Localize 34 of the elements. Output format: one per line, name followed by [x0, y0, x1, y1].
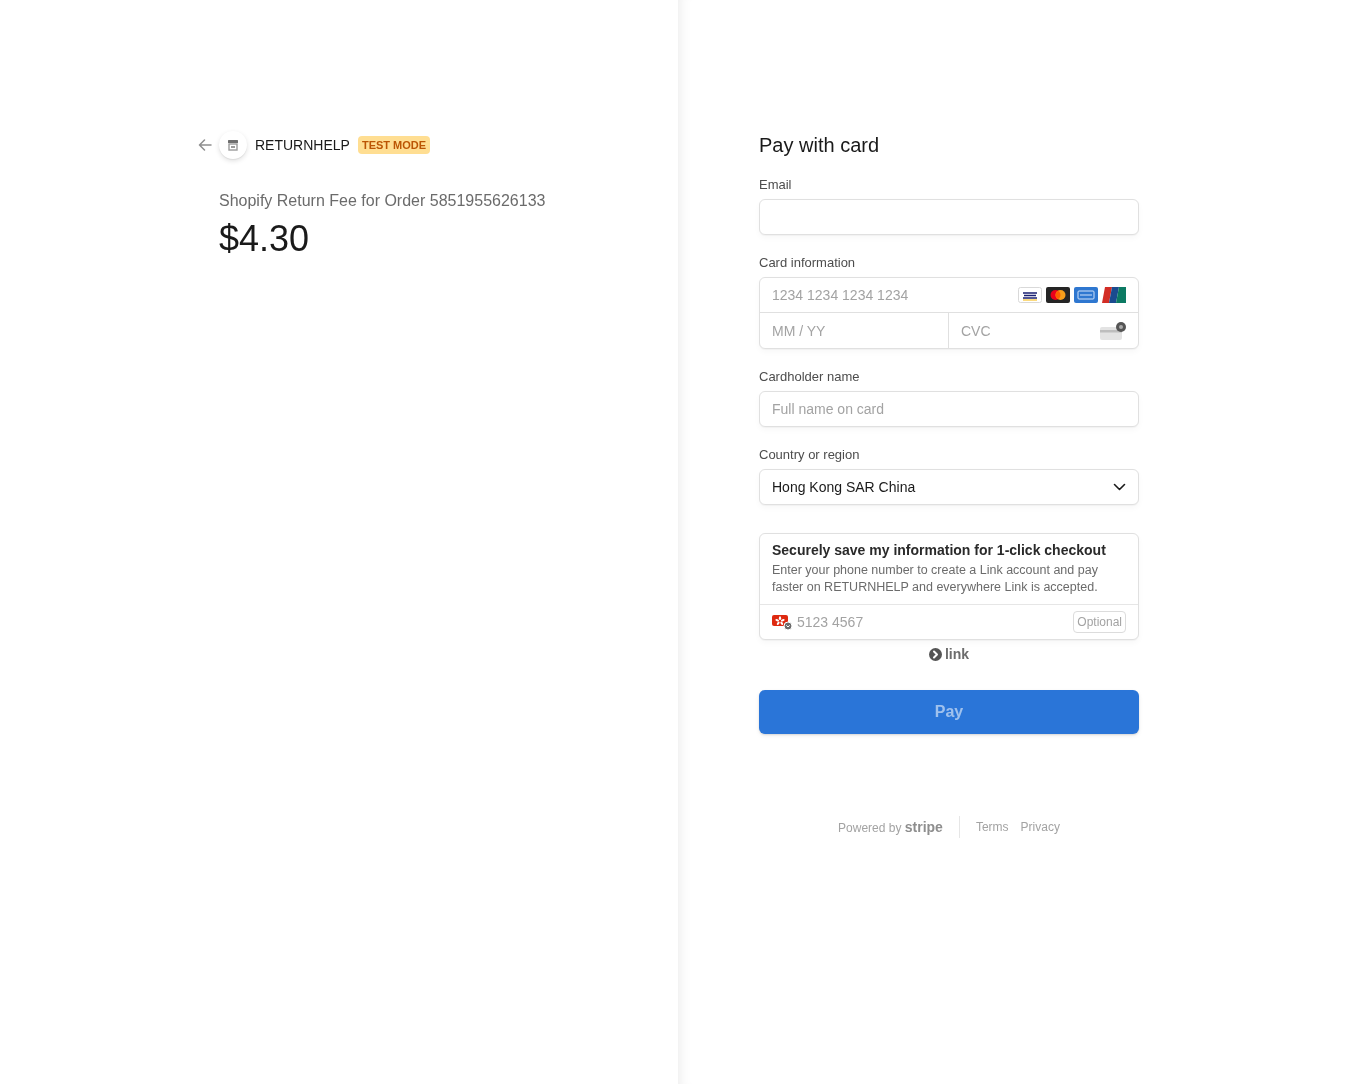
card-brand-icon [1102, 287, 1126, 303]
chevron-down-icon [1113, 483, 1126, 491]
card-details-field[interactable]: 1234 1234 1234 1234 MM / YY CVC [759, 277, 1139, 349]
card-brand-icon [1046, 287, 1070, 303]
cvc-field[interactable]: CVC [949, 313, 1096, 348]
phone-field[interactable]: 5123 4567 [797, 605, 1070, 639]
card-brand-icon [1074, 287, 1098, 303]
back-arrow-icon[interactable] [198, 139, 212, 151]
card-brand-icon [1018, 287, 1042, 303]
form-title: Pay with card [759, 133, 880, 158]
store-icon [219, 131, 247, 159]
price-amount: $4.30 [219, 217, 310, 261]
product-description: Shopify Return Fee for Order 5851955626133 [219, 191, 546, 211]
cardholder-name-field[interactable]: Full name on card [759, 391, 1139, 427]
optional-tag: Optional [1073, 611, 1126, 633]
merchant-name: RETURNHELP [255, 137, 350, 153]
field-label: Cardholder name [759, 368, 860, 386]
link-signup-title: Securely save my information for 1-click checkout [772, 541, 1107, 560]
field-label: Email [759, 176, 792, 194]
test-mode-badge: TEST MODE [357, 136, 431, 154]
link-signup-description: Enter your phone number to create a Link account and pay faster on RETURNHELP and everywhere Link is accepted. [772, 562, 1099, 596]
email-field[interactable] [759, 199, 1139, 235]
expiry-field[interactable]: MM / YY [760, 313, 936, 348]
arrow-circle-icon [928, 647, 942, 661]
link-logo-text: link [944, 646, 970, 662]
field-label: Card information [759, 254, 856, 272]
flag-icon[interactable] [772, 613, 793, 631]
footer-link[interactable]: Terms [975, 820, 1009, 834]
footer-link[interactable]: Privacy [1020, 820, 1060, 834]
card-number-field[interactable]: 1234 1234 1234 1234 [760, 278, 1014, 312]
cvc-card-icon [1100, 321, 1126, 340]
country-select[interactable]: Hong Kong SAR China [759, 469, 1139, 505]
field-label: Country or region [759, 446, 860, 464]
powered-by-link[interactable]: Powered by stripe [838, 819, 943, 835]
